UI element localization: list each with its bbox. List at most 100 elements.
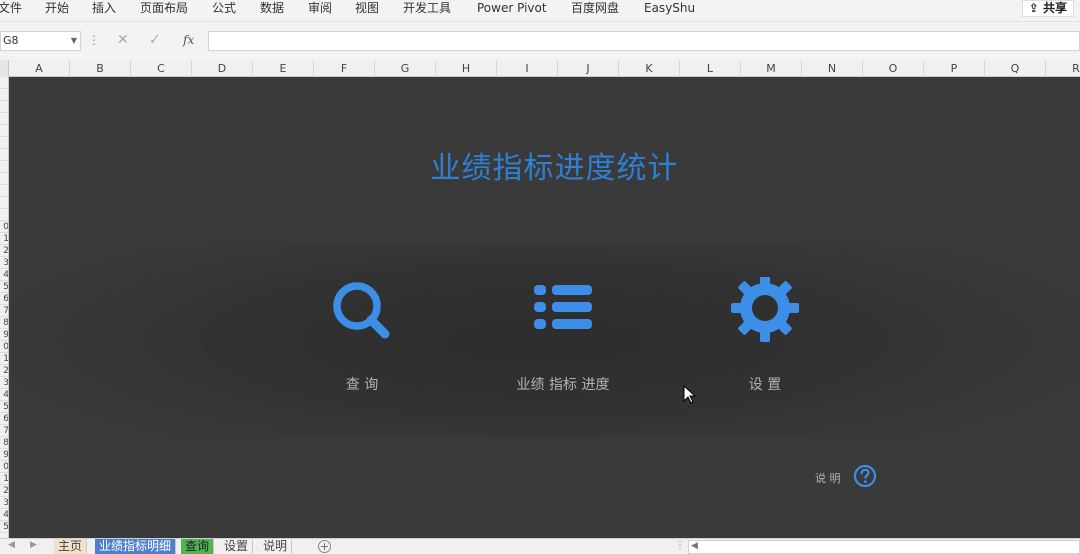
- column-header-m[interactable]: M: [741, 60, 802, 77]
- cancel-icon[interactable]: ✕: [117, 32, 129, 48]
- row-header-cell[interactable]: [0, 89, 8, 101]
- column-header-q[interactable]: Q: [985, 60, 1046, 77]
- menu-data[interactable]: 数据: [260, 0, 284, 18]
- confirm-icon[interactable]: ✓: [149, 32, 161, 48]
- column-header-i[interactable]: I: [497, 60, 558, 77]
- row-header-cell[interactable]: 1: [0, 473, 8, 485]
- column-header-p[interactable]: P: [924, 60, 985, 77]
- horizontal-scrollbar[interactable]: ◀: [688, 540, 1080, 554]
- chevron-down-icon[interactable]: ▼: [71, 32, 77, 50]
- menu-easyshu[interactable]: EasyShu: [644, 0, 695, 18]
- tab-scroll-right-icon[interactable]: ▶: [30, 540, 37, 550]
- row-header-cell[interactable]: 2: [0, 245, 8, 257]
- row-header-cell[interactable]: 5: [0, 281, 8, 293]
- menu-developer[interactable]: 开发工具: [403, 0, 451, 18]
- formula-input[interactable]: [208, 31, 1080, 51]
- menu-file[interactable]: 文件: [0, 0, 22, 18]
- row-header-cell[interactable]: [0, 137, 8, 149]
- menu-insert[interactable]: 插入: [92, 0, 116, 18]
- settings-tile[interactable]: 设 置: [695, 277, 835, 397]
- row-header-cell[interactable]: 3: [0, 377, 8, 389]
- menu-formulas[interactable]: 公式: [212, 0, 236, 18]
- share-button[interactable]: ⇪ 共享: [1021, 0, 1074, 17]
- menu-baidu-netdisk[interactable]: 百度网盘: [571, 0, 619, 18]
- row-header-cell[interactable]: 7: [0, 305, 8, 317]
- dashboard-sheet: 业绩指标进度统计 查 询 业绩 指标 进度 设 置 说 明: [9, 77, 1080, 538]
- row-header-cell[interactable]: 2: [0, 485, 8, 497]
- column-header-a[interactable]: A: [9, 60, 70, 77]
- column-header-g[interactable]: G: [375, 60, 436, 77]
- row-header-cell[interactable]: 4: [0, 509, 8, 521]
- row-header-cell[interactable]: 3: [0, 257, 8, 269]
- column-header-e[interactable]: E: [253, 60, 314, 77]
- row-header-cell[interactable]: [0, 101, 8, 113]
- row-header-cell[interactable]: [0, 113, 8, 125]
- column-header-n[interactable]: N: [802, 60, 863, 77]
- tab-settings[interactable]: 设置: [220, 539, 254, 554]
- name-box[interactable]: G8 ▼: [0, 31, 81, 51]
- column-header-k[interactable]: K: [619, 60, 680, 77]
- menu-page-layout[interactable]: 页面布局: [140, 0, 188, 18]
- kpi-progress-label: 业绩 指标 进度: [516, 377, 610, 393]
- query-label: 查 询: [345, 377, 379, 393]
- row-header-cell[interactable]: 0: [0, 461, 8, 473]
- column-header-c[interactable]: C: [131, 60, 192, 77]
- ribbon-menu-bar: 文件 开始 插入 页面布局 公式 数据 审阅 视图 开发工具 Power Piv…: [0, 0, 1080, 22]
- row-header-cell[interactable]: 4: [0, 269, 8, 281]
- kpi-progress-tile[interactable]: 业绩 指标 进度: [493, 277, 633, 397]
- column-header-b[interactable]: B: [70, 60, 131, 77]
- row-header-cell[interactable]: 8: [0, 437, 8, 449]
- row-header-cell[interactable]: 9: [0, 449, 8, 461]
- column-header-j[interactable]: J: [558, 60, 619, 77]
- row-header-cell[interactable]: 3: [0, 497, 8, 509]
- add-sheet-icon[interactable]: +: [318, 540, 331, 553]
- row-header-cell[interactable]: 7: [0, 425, 8, 437]
- column-header-l[interactable]: L: [680, 60, 741, 77]
- gear-icon: [731, 277, 799, 342]
- row-header-cell[interactable]: [0, 209, 8, 221]
- row-header-cell[interactable]: [0, 173, 8, 185]
- question-icon[interactable]: [853, 464, 877, 488]
- row-header-cell[interactable]: 0: [0, 221, 8, 233]
- list-icon: [534, 285, 592, 329]
- row-header-cell[interactable]: [0, 149, 8, 161]
- row-header-cell[interactable]: 6: [0, 293, 8, 305]
- scroll-left-icon[interactable]: ◀: [691, 541, 698, 551]
- row-header-cell[interactable]: [0, 125, 8, 137]
- settings-label: 设 置: [748, 377, 782, 393]
- row-header-cell[interactable]: 0: [0, 341, 8, 353]
- row-header-cell[interactable]: 1: [0, 233, 8, 245]
- column-header-h[interactable]: H: [436, 60, 497, 77]
- tab-scroll-left-icon[interactable]: ◀: [8, 540, 15, 550]
- tab-kpi-detail[interactable]: 业绩指标明细: [95, 539, 177, 554]
- query-tile[interactable]: 查 询: [292, 277, 432, 397]
- insert-function-icon[interactable]: fx: [183, 33, 194, 47]
- row-header-cell[interactable]: 8: [0, 317, 8, 329]
- row-header-cell[interactable]: 9: [0, 329, 8, 341]
- row-header-cell[interactable]: 5: [0, 401, 8, 413]
- row-header-cell[interactable]: 4: [0, 389, 8, 401]
- row-header-cell[interactable]: 6: [0, 413, 8, 425]
- row-header-cell[interactable]: [0, 197, 8, 209]
- menu-home[interactable]: 开始: [45, 0, 69, 18]
- row-header-cell[interactable]: [0, 77, 8, 89]
- select-all-corner[interactable]: [0, 60, 9, 77]
- row-header: 01234567890123456789012345: [0, 77, 9, 538]
- row-header-cell[interactable]: [0, 161, 8, 173]
- menu-power-pivot[interactable]: Power Pivot: [477, 0, 547, 18]
- row-header-cell[interactable]: [0, 185, 8, 197]
- tab-split-handle-icon[interactable]: ⋮: [675, 540, 685, 551]
- help-label[interactable]: 说 明: [815, 470, 841, 486]
- column-header-f[interactable]: F: [314, 60, 375, 77]
- row-header-cell[interactable]: 2: [0, 365, 8, 377]
- column-header-o[interactable]: O: [863, 60, 924, 77]
- tab-help[interactable]: 说明: [259, 539, 293, 554]
- row-header-cell[interactable]: 1: [0, 353, 8, 365]
- menu-review[interactable]: 审阅: [308, 0, 332, 18]
- column-header-d[interactable]: D: [192, 60, 253, 77]
- row-header-cell[interactable]: 5: [0, 521, 8, 533]
- tab-home[interactable]: 主页: [54, 539, 88, 554]
- column-header-r[interactable]: R: [1046, 60, 1080, 77]
- menu-view[interactable]: 视图: [355, 0, 379, 18]
- tab-query[interactable]: 查询: [181, 539, 215, 554]
